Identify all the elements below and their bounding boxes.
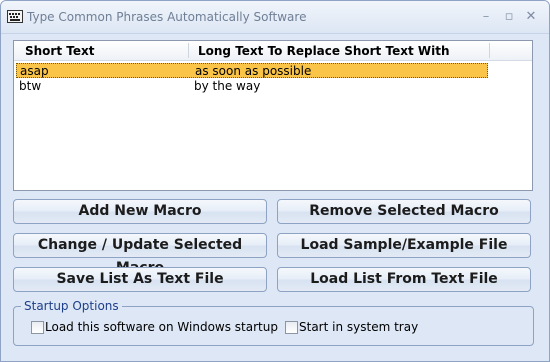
load-on-startup-label[interactable]: Load this software on Windows startup: [45, 320, 278, 334]
column-divider[interactable]: [188, 43, 189, 58]
short-text-cell: asap: [20, 64, 49, 78]
start-in-tray-label[interactable]: Start in system tray: [299, 320, 418, 334]
app-icon: [7, 10, 23, 23]
maximize-button[interactable]: ▫: [498, 7, 520, 27]
long-text-cell: by the way: [194, 79, 261, 93]
list-item[interactable]: asap as soon as possible: [16, 63, 488, 78]
column-header-long-text[interactable]: Long Text To Replace Short Text With: [198, 44, 449, 58]
startup-options-title: Startup Options: [21, 299, 122, 313]
window-title: Type Common Phrases Automatically Softwa…: [27, 10, 307, 24]
change-update-macro-button[interactable]: Change / Update Selected Macro: [13, 233, 267, 276]
title-bar[interactable]: Type Common Phrases Automatically Softwa…: [1, 1, 549, 34]
macro-list[interactable]: Short Text Long Text To Replace Short Te…: [13, 40, 533, 191]
start-in-tray-checkbox[interactable]: [285, 321, 298, 334]
column-header-short-text[interactable]: Short Text: [25, 44, 94, 58]
save-list-button[interactable]: Save List As Text File: [13, 267, 267, 292]
remove-selected-macro-button[interactable]: Remove Selected Macro: [277, 199, 531, 224]
minimize-button[interactable]: –: [475, 7, 497, 27]
load-on-startup-checkbox[interactable]: [31, 321, 44, 334]
long-text-cell: as soon as possible: [195, 64, 312, 78]
list-item[interactable]: btw by the way: [16, 79, 488, 94]
add-new-macro-button[interactable]: Add New Macro: [13, 199, 267, 224]
short-text-cell: btw: [19, 79, 42, 93]
app-window: Type Common Phrases Automatically Softwa…: [0, 0, 550, 362]
load-list-button[interactable]: Load List From Text File: [277, 267, 531, 292]
close-button[interactable]: ✕: [520, 7, 542, 27]
column-divider[interactable]: [489, 43, 490, 58]
list-header: Short Text Long Text To Replace Short Te…: [14, 41, 532, 61]
load-sample-file-button[interactable]: Load Sample/Example File: [277, 233, 531, 258]
